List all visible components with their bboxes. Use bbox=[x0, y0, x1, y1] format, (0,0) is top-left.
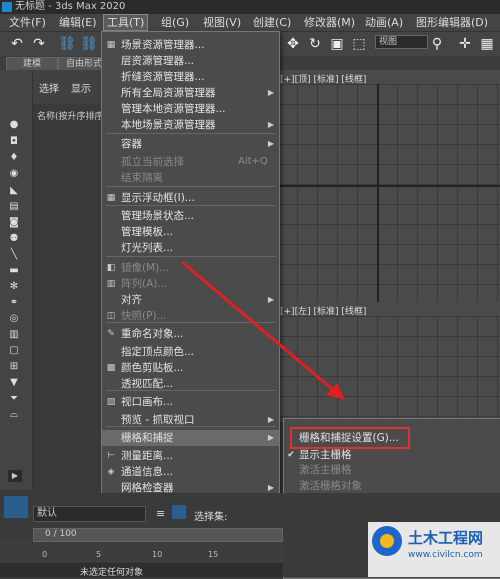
time-slider-label: 0 / 100 bbox=[45, 529, 77, 539]
tick-15: 15 bbox=[208, 550, 219, 559]
watermark-url: www.civilcn.com bbox=[408, 550, 483, 560]
tick-5: 5 bbox=[96, 550, 102, 559]
status-text: 未选定任何对象 bbox=[80, 568, 144, 578]
layers-stack-icon[interactable]: ≡ bbox=[156, 507, 165, 520]
selection-set-label: 选择集: bbox=[194, 512, 228, 523]
watermark-title: 土木工程网 bbox=[408, 529, 484, 547]
watermark: 土木工程网 www.civilcn.com bbox=[368, 522, 500, 577]
layer-dropdown[interactable]: 默认 bbox=[33, 506, 146, 522]
track-bar[interactable]: 0 5 10 15 bbox=[0, 542, 283, 562]
status-bar: 未选定任何对象 bbox=[0, 563, 283, 578]
tick-10: 10 bbox=[152, 550, 163, 559]
selection-set-icon[interactable] bbox=[172, 505, 186, 519]
tick-0: 0 bbox=[42, 550, 48, 559]
annotation-arrow bbox=[181, 260, 345, 400]
viewport-layout-button[interactable] bbox=[4, 496, 28, 518]
watermark-logo-inner bbox=[380, 534, 394, 548]
play-icon[interactable]: ▶ bbox=[8, 470, 22, 482]
